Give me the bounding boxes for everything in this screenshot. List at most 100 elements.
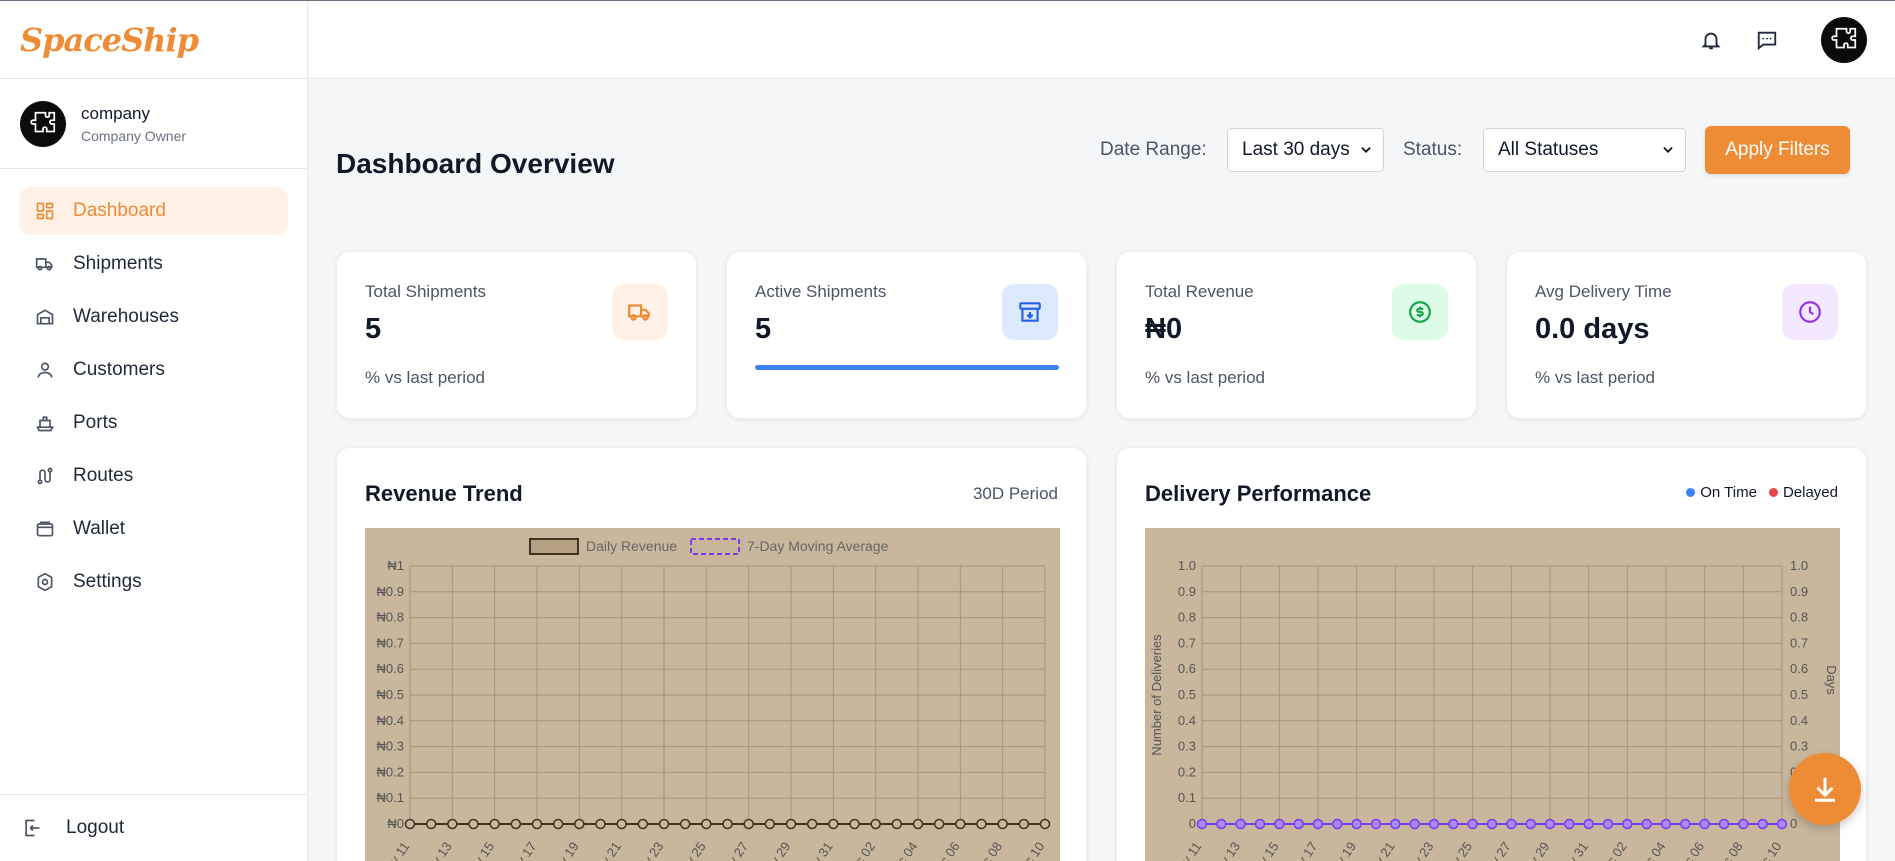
y2-axis-label: Days — [1824, 665, 1839, 695]
chart-legend: On Time Delayed — [1686, 484, 1838, 501]
data-point — [1699, 818, 1710, 830]
data-point — [425, 818, 437, 830]
sidebar-item-ports[interactable]: Ports — [19, 399, 288, 447]
sidebar-item-wallet[interactable]: Wallet — [19, 505, 288, 553]
data-point — [976, 818, 987, 830]
stat-icon-box — [612, 284, 668, 340]
stat-label: Avg Delivery Time — [1535, 282, 1672, 301]
avatar[interactable] — [20, 100, 66, 147]
logout-button[interactable]: Logout — [0, 794, 307, 861]
sidebar-item-label: Routes — [73, 465, 134, 486]
sidebar-item-shipments[interactable]: Shipments — [19, 240, 288, 288]
x-tick-label: c 08 — [979, 839, 1005, 861]
y-tick-label: ₦0.9 — [377, 584, 404, 599]
y2-tick-label: 1.0 — [1790, 558, 1808, 573]
route-icon — [37, 467, 53, 485]
x-tick-label: v 15 — [1255, 839, 1281, 861]
data-point — [997, 818, 1008, 830]
on-time-dot — [1686, 488, 1696, 497]
y-tick-label: ₦0.7 — [377, 635, 404, 650]
x-tick-label: c 04 — [894, 839, 920, 861]
data-point — [1274, 818, 1285, 830]
y2-tick-label: 0.6 — [1790, 661, 1808, 676]
dashboard-icon — [36, 202, 54, 220]
revenue-trend-card: Revenue Trend 30D Period ₦1 ₦0.9 ₦0.8 ₦0.7 ₦… — [336, 447, 1087, 861]
x-tick-label: v 25 — [682, 839, 708, 861]
y-tick-label: 0 — [1189, 816, 1196, 831]
download-button[interactable] — [1789, 753, 1861, 825]
y-tick-label: 0.9 — [1178, 584, 1196, 599]
status-value: All Statuses — [1498, 139, 1599, 160]
x-tick-label: c 10 — [1758, 839, 1784, 861]
data-point — [1506, 818, 1517, 830]
data-point — [1448, 818, 1459, 830]
y-tick-label: 1.0 — [1178, 558, 1196, 573]
data-point — [1525, 818, 1536, 830]
data-point — [1544, 818, 1556, 830]
brand-logo[interactable]: SpaceShip — [0, 1, 307, 79]
gear-icon — [37, 572, 53, 592]
notifications-button[interactable] — [1694, 23, 1728, 57]
user-icon — [37, 362, 53, 378]
sidebar-item-warehouses[interactable]: Warehouses — [19, 293, 288, 341]
status-select[interactable]: All Statuses — [1483, 128, 1686, 172]
x-tick-label: c 06 — [936, 839, 962, 861]
x-tick-label: v 29 — [767, 839, 793, 861]
y-tick-label: ₦0.2 — [377, 764, 404, 779]
x-tick-label: v 11 — [1179, 839, 1205, 861]
data-point — [1312, 818, 1324, 830]
data-point — [1370, 818, 1382, 830]
data-point — [1467, 818, 1478, 830]
data-point — [955, 818, 966, 830]
y-tick-label: 0.2 — [1178, 764, 1196, 779]
warehouse-icon — [36, 309, 54, 325]
clock-icon — [1799, 301, 1821, 323]
sidebar-item-label: Wallet — [73, 518, 126, 539]
data-point — [1351, 818, 1362, 830]
x-tick-label: v 19 — [555, 839, 581, 861]
stat-card-avg-delivery-time: Avg Delivery Time 0.0 days % vs last per… — [1506, 251, 1867, 419]
data-point — [489, 818, 500, 830]
sidebar-item-label: Warehouses — [73, 306, 179, 327]
data-point — [1216, 818, 1227, 830]
user-avatar-button[interactable] — [1821, 17, 1867, 63]
revenue-chart[interactable]: ₦1 ₦0.9 ₦0.8 ₦0.7 ₦0.6 ₦0.5 ₦0.4 ₦0.3 ₦0.2 ₦0.1 ₦0… — [365, 528, 1060, 861]
y-tick-label: ₦0.5 — [377, 687, 404, 702]
delivery-chart-svg: 1.0 1.0 0.9 0.9 0.8 0.8 0.7 0.7 0.6 0.6 0.5 0.5 0.4 0… — [1149, 558, 1839, 861]
archive-icon — [1019, 302, 1041, 322]
page-title: Dashboard Overview — [336, 148, 615, 179]
data-point — [510, 818, 522, 830]
status-label: Status: — [1403, 139, 1463, 160]
messages-button[interactable] — [1750, 23, 1784, 57]
data-point — [1718, 818, 1730, 830]
y2-tick-label: 0.9 — [1790, 584, 1808, 599]
sidebar-item-routes[interactable]: Routes — [19, 452, 288, 500]
delayed-dot — [1768, 488, 1778, 497]
legend-moving-average: 7-Day Moving Average — [747, 538, 889, 554]
data-point — [1428, 818, 1440, 830]
puzzle-icon — [1831, 27, 1857, 49]
apply-filters-button[interactable]: Apply Filters — [1705, 126, 1850, 174]
stat-label: Total Revenue — [1145, 282, 1254, 301]
legend-on-time: On Time — [1700, 484, 1757, 501]
date-range-select[interactable]: Last 30 days — [1227, 128, 1384, 172]
delivery-chart[interactable]: 1.0 1.0 0.9 0.9 0.8 0.8 0.7 0.7 0.6 0.6 0.5 0.5 0.4 0… — [1145, 528, 1840, 861]
x-tick-label: c 02 — [1603, 839, 1629, 861]
stat-card-active-shipments: Active Shipments 5 — [726, 251, 1087, 419]
stat-change: % vs last period — [1535, 368, 1655, 387]
message-icon — [1757, 31, 1777, 51]
x-tick-label: v 31 — [809, 839, 835, 861]
data-point — [806, 818, 818, 830]
stat-value: 5 — [755, 313, 772, 345]
sidebar-item-label: Settings — [73, 571, 142, 592]
data-point — [447, 818, 458, 830]
sidebar-item-customers[interactable]: Customers — [19, 346, 288, 394]
sidebar-item-settings[interactable]: Settings — [19, 558, 288, 606]
data-point — [1641, 818, 1652, 830]
data-point — [912, 818, 924, 830]
legend-swatch-daily-revenue — [529, 538, 579, 555]
data-point — [1622, 818, 1633, 830]
stat-icon-box — [1392, 284, 1448, 340]
x-tick-label: v 17 — [513, 839, 539, 861]
sidebar-item-dashboard[interactable]: Dashboard — [19, 187, 288, 235]
